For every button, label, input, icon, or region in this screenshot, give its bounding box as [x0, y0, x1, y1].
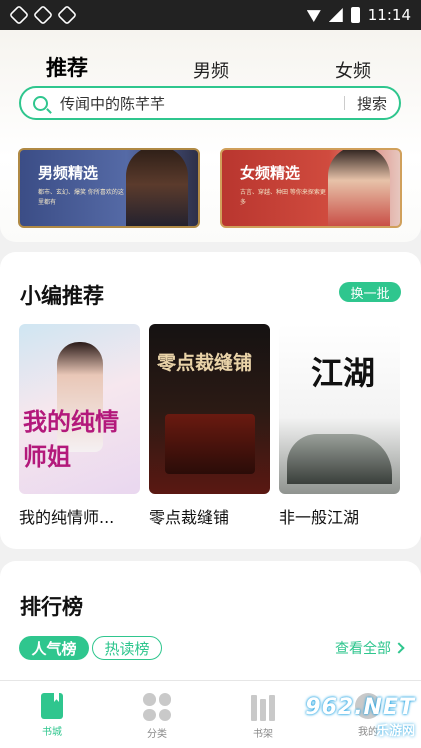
view-all-label: 查看全部 [335, 641, 391, 657]
book-icon [41, 693, 63, 719]
book-cover[interactable]: 零点裁缝铺 [149, 324, 270, 494]
top-tabs: 推荐 男频 女频 [0, 42, 421, 88]
tab-hot-reading-ranking[interactable]: 热读榜 [92, 636, 162, 660]
nav-label: 分类 [147, 729, 167, 740]
refresh-button[interactable]: 换一批 [339, 282, 401, 302]
watermark-logo: 962.NET [305, 695, 415, 720]
cover-title: 我的纯情师姐 [23, 408, 119, 471]
banner-illustration [126, 150, 188, 226]
search-bar[interactable]: 传闻中的陈芊芊 搜索 [19, 86, 401, 120]
nav-item-category[interactable]: 分类 [127, 693, 187, 740]
banner-illustration [328, 150, 390, 226]
search-button[interactable]: 搜索 [345, 93, 399, 114]
status-bar: 11:14 [0, 0, 421, 30]
wifi-icon [306, 10, 321, 22]
book-title[interactable]: 我的纯情师... [19, 504, 140, 528]
tab-popular-ranking[interactable]: 人气榜 [19, 636, 89, 660]
book-cover[interactable]: 我的纯情师姐 [19, 324, 140, 494]
banner-subtitle: 古言、穿越、种田 等你来探索更多 [240, 189, 326, 206]
battery-icon [350, 7, 360, 23]
view-all-link[interactable]: 查看全部 [335, 638, 405, 658]
nav-item-bookstore[interactable]: 书城 [22, 693, 82, 738]
banner-subtitle: 都市、玄幻、爆笑 你所喜欢的这里都有 [38, 189, 124, 206]
banner-title: 女频精选 [240, 164, 301, 182]
banner-title: 男频精选 [38, 164, 99, 182]
nav-item-bookshelf[interactable]: 书架 [233, 693, 293, 740]
notification-icon [32, 4, 54, 26]
section-title: 小编推荐 [20, 284, 104, 308]
notification-icon [8, 4, 30, 26]
search-input[interactable]: 传闻中的陈芊芊 [60, 93, 344, 114]
watermark-subtitle: 乐游网 [375, 724, 415, 739]
chevron-right-icon [393, 642, 405, 654]
nav-label: 书城 [42, 727, 62, 738]
cover-illustration [165, 414, 255, 474]
category-icon [143, 693, 171, 721]
book-item[interactable]: 我的纯情师姐 我的纯情师... [19, 324, 140, 528]
tab-female[interactable]: 女频 [335, 57, 371, 83]
status-time: 11:14 [367, 6, 411, 24]
search-icon [33, 95, 48, 111]
watermark: 962.NET 乐游网 [285, 686, 421, 748]
banner-female-picks[interactable]: 女频精选 古言、穿越、种田 等你来探索更多 [220, 148, 402, 228]
section-title: 排行榜 [20, 595, 83, 619]
bookshelf-icon [249, 693, 277, 721]
status-notifications [8, 4, 78, 26]
tab-recommend[interactable]: 推荐 [46, 52, 88, 82]
book-cover[interactable]: 江湖 [279, 324, 400, 494]
book-title[interactable]: 非一般江湖 [279, 504, 400, 528]
cover-title: 零点裁缝铺 [157, 352, 253, 374]
notification-icon [56, 4, 78, 26]
book-item[interactable]: 零点裁缝铺 零点裁缝铺 [149, 324, 270, 528]
header: 推荐 男频 女频 传闻中的陈芊芊 搜索 男频精选 都市、玄幻、爆笑 你所喜欢的这… [0, 30, 421, 242]
book-item[interactable]: 江湖 非一般江湖 [279, 324, 400, 528]
cover-illustration [287, 434, 392, 484]
cover-title: 江湖 [311, 354, 376, 392]
nav-label: 书架 [253, 729, 273, 740]
book-title[interactable]: 零点裁缝铺 [149, 504, 270, 528]
banner-male-picks[interactable]: 男频精选 都市、玄幻、爆笑 你所喜欢的这里都有 [18, 148, 200, 228]
editor-picks-section: 小编推荐 换一批 我的纯情师姐 我的纯情师... 零点裁缝铺 零点裁缝铺 江湖 … [0, 252, 421, 549]
tab-male[interactable]: 男频 [193, 57, 229, 83]
signal-icon [328, 8, 343, 22]
